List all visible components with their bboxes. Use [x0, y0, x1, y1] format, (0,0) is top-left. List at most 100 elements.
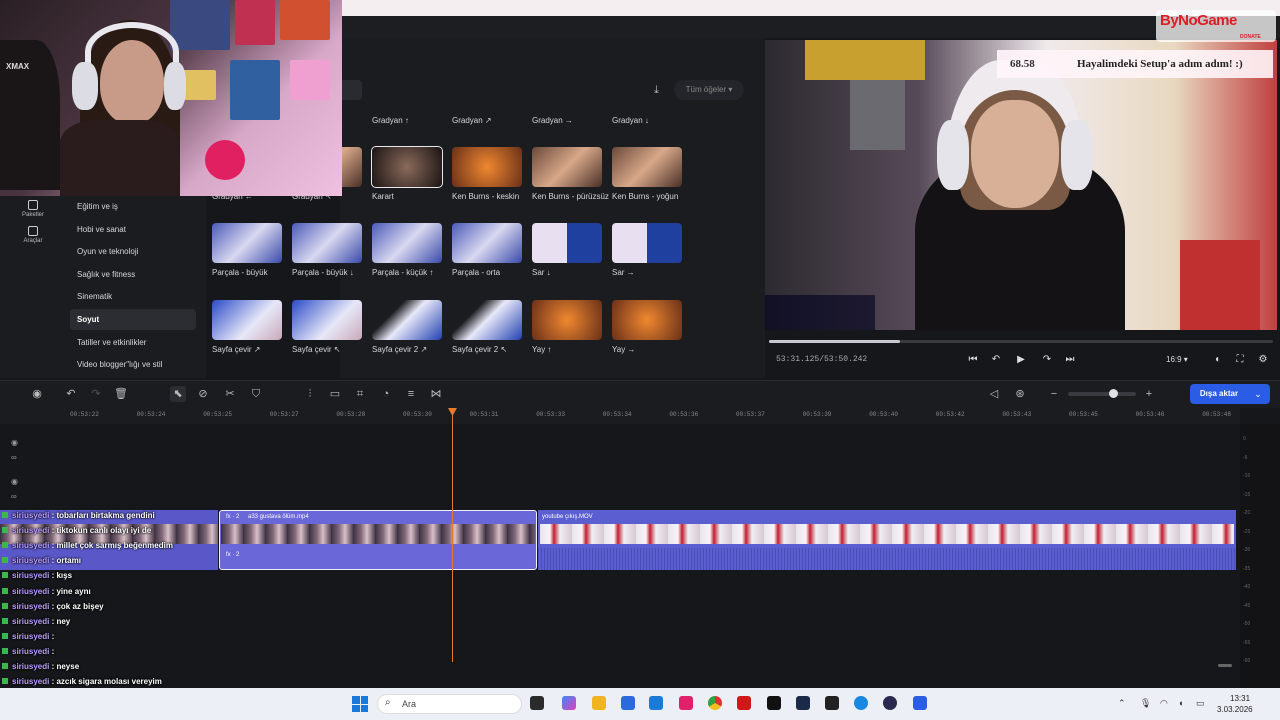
- app-l-icon[interactable]: [737, 696, 751, 710]
- transition-tile[interactable]: [452, 223, 522, 263]
- category-item[interactable]: Eğitim ve iş: [70, 196, 196, 217]
- category-item[interactable]: Video blogger"lığı ve stil: [70, 354, 196, 375]
- eye-icon[interactable]: ◉: [11, 438, 21, 448]
- file-explorer-icon[interactable]: [592, 696, 606, 710]
- all-assets-dropdown[interactable]: Tüm öğeler ▾: [674, 80, 744, 100]
- undo-icon[interactable]: ↶: [63, 386, 79, 402]
- obs-icon[interactable]: [883, 696, 897, 710]
- chat-message: siriusyedi : kışs: [2, 571, 72, 580]
- playhead[interactable]: [452, 410, 453, 662]
- ruler-tick-label: 00:53:39: [802, 411, 832, 418]
- tiktok-icon[interactable]: [767, 696, 781, 710]
- crop-icon[interactable]: ⌗: [352, 386, 368, 402]
- shield-icon[interactable]: ⛉: [248, 386, 264, 402]
- category-item[interactable]: Hobi ve sanat: [70, 219, 196, 240]
- zoom-slider-handle[interactable]: [1108, 389, 1118, 398]
- category-item[interactable]: Tatiller ve etkinlikler: [70, 332, 196, 353]
- eye-icon[interactable]: ◉: [11, 477, 21, 487]
- category-item[interactable]: Sağlık ve fitness: [70, 264, 196, 285]
- chat-message: siriusyedi : tobarları birtakma gendini: [2, 511, 155, 520]
- battery-icon[interactable]: ▭: [1196, 698, 1205, 709]
- clock-time[interactable]: 13:31: [1230, 694, 1250, 703]
- nav-packages[interactable]: Paketler: [14, 200, 52, 218]
- transition-tile[interactable]: [372, 300, 442, 340]
- redo-icon[interactable]: ↷: [88, 386, 104, 402]
- transition-tile[interactable]: [212, 300, 282, 340]
- transition-tile[interactable]: [532, 300, 602, 340]
- skip-end-icon[interactable]: ⏭: [1062, 352, 1078, 368]
- play-icon[interactable]: ▶: [1013, 352, 1029, 368]
- transition-tile[interactable]: [532, 147, 602, 187]
- clock-date[interactable]: 3.03.2026: [1217, 705, 1253, 714]
- category-item[interactable]: Soyut: [70, 309, 196, 330]
- outlook-icon[interactable]: [649, 696, 663, 710]
- snap-icon[interactable]: ⊛: [1012, 386, 1028, 402]
- timeline-scrollbar[interactable]: [1218, 664, 1232, 667]
- transition-tile[interactable]: [371, 146, 443, 188]
- editor-app-icon[interactable]: [913, 696, 927, 710]
- transition-icon[interactable]: ⋈: [428, 386, 444, 402]
- export-dropdown-icon[interactable]: ⌄: [1250, 386, 1266, 402]
- transition-tile[interactable]: [612, 147, 682, 187]
- steam-icon[interactable]: [796, 696, 810, 710]
- caption-icon[interactable]: ▭: [327, 386, 343, 402]
- audio-split-icon[interactable]: ◁: [986, 386, 1002, 402]
- transition-tile[interactable]: [212, 223, 282, 263]
- transition-tile[interactable]: [532, 223, 602, 263]
- clipchamp-icon[interactable]: [679, 696, 693, 710]
- nav-tools-label: Araçlar: [23, 238, 43, 244]
- adjust-icon[interactable]: ≡: [403, 386, 419, 402]
- aspect-ratio-dropdown[interactable]: 16:9 ▾: [1166, 355, 1188, 364]
- record-icon[interactable]: ◉: [29, 386, 45, 402]
- zoom-slider[interactable]: [1068, 392, 1136, 396]
- chrome-icon[interactable]: [708, 696, 722, 710]
- rewind-icon[interactable]: ↶: [988, 352, 1004, 368]
- transition-tile[interactable]: [452, 300, 522, 340]
- chat-username: siriusyedi: [12, 526, 50, 536]
- nav-tools[interactable]: Araçlar: [14, 226, 52, 244]
- pink-light: [205, 140, 245, 180]
- copilot-icon[interactable]: [562, 696, 576, 710]
- link-icon[interactable]: ∞: [11, 492, 21, 502]
- settings-icon[interactable]: ⚙: [1255, 352, 1271, 368]
- microphone-icon[interactable]: 🎙: [1140, 698, 1151, 709]
- ruler-tick-label: 00:53:30: [403, 411, 432, 418]
- link-icon[interactable]: ∞: [11, 453, 21, 463]
- zoom-in-icon[interactable]: +: [1141, 386, 1157, 402]
- transition-tile[interactable]: [452, 147, 522, 187]
- taskview-icon[interactable]: [530, 696, 544, 710]
- skip-start-icon[interactable]: ⏮: [965, 352, 981, 368]
- ripple-icon[interactable]: ⊘: [195, 386, 211, 402]
- preview-earcup: [937, 120, 969, 190]
- split-icon[interactable]: ⫶: [302, 386, 318, 402]
- zoom-out-icon[interactable]: −: [1046, 386, 1062, 402]
- transition-tile[interactable]: [612, 223, 682, 263]
- transition-tile[interactable]: [372, 223, 442, 263]
- search-input[interactable]: [340, 80, 362, 100]
- category-item[interactable]: Sinematik: [70, 286, 196, 307]
- transition-label: Sayfa çevir ↗: [212, 345, 261, 354]
- transition-label: Gradyan ↑: [372, 116, 409, 125]
- delete-icon[interactable]: 🗑: [113, 386, 129, 402]
- video-preview[interactable]: [765, 40, 1277, 330]
- taskbar-search[interactable]: [377, 694, 522, 714]
- select-tool-icon[interactable]: ⬉: [170, 386, 186, 402]
- speed-icon[interactable]: ◔: [378, 386, 394, 402]
- transition-tile[interactable]: [292, 223, 362, 263]
- github-icon[interactable]: [825, 696, 839, 710]
- forward-icon[interactable]: ↷: [1039, 352, 1055, 368]
- windows-start-icon[interactable]: [352, 696, 368, 712]
- transition-tile[interactable]: [292, 300, 362, 340]
- volume-icon[interactable]: ◖: [1209, 352, 1225, 368]
- cut-icon[interactable]: ✂: [222, 386, 238, 402]
- edge-icon[interactable]: [854, 696, 868, 710]
- ruler-tick-label: 00:53:45: [1069, 411, 1098, 418]
- category-item[interactable]: Oyun ve teknoloji: [70, 241, 196, 262]
- fullscreen-icon[interactable]: ⛶: [1232, 352, 1248, 368]
- transition-tile[interactable]: [612, 300, 682, 340]
- wifi-icon[interactable]: ◠: [1160, 698, 1168, 709]
- speaker-icon[interactable]: ◖: [1178, 698, 1183, 708]
- download-icon[interactable]: ⤓: [654, 84, 668, 96]
- store-icon[interactable]: [621, 696, 635, 710]
- chevron-up-icon[interactable]: ⌃: [1118, 698, 1126, 709]
